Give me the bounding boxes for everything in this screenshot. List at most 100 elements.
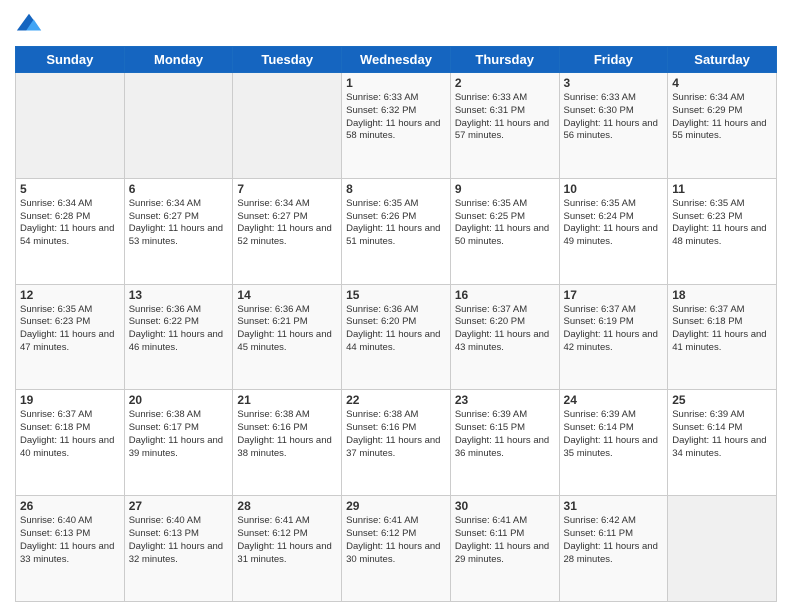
day-number: 4 bbox=[672, 76, 772, 90]
calendar-cell: 14Sunrise: 6:36 AMSunset: 6:21 PMDayligh… bbox=[233, 284, 342, 390]
calendar-cell: 31 Sunrise: 6:42 AMSunset: 6:11 PMDayligh… bbox=[559, 496, 668, 602]
day-number: 18 bbox=[672, 288, 772, 302]
day-number: 14 bbox=[237, 288, 337, 302]
calendar-cell: 21 Sunrise: 6:38 AMSunset: 6:16 PMDayligh… bbox=[233, 390, 342, 496]
cell-info: Sunrise: 6:34 AMSunset: 6:29 PMDaylight:… bbox=[672, 92, 766, 141]
weekday-header-thursday: Thursday bbox=[450, 47, 559, 73]
calendar-week-row: 12 Sunrise: 6:35 AMSunset: 6:23 PMDayligh… bbox=[16, 284, 777, 390]
calendar-cell: 6Sunrise: 6:34 AMSunset: 6:27 PMDaylight… bbox=[124, 178, 233, 284]
weekday-header-tuesday: Tuesday bbox=[233, 47, 342, 73]
calendar-cell bbox=[233, 73, 342, 179]
calendar-week-row: 19 Sunrise: 6:37 AMSunset: 6:18 PMDayligh… bbox=[16, 390, 777, 496]
day-number: 6 bbox=[129, 182, 229, 196]
weekday-header-saturday: Saturday bbox=[668, 47, 777, 73]
calendar-cell: 27 Sunrise: 6:40 AMSunset: 6:13 PMDayligh… bbox=[124, 496, 233, 602]
calendar-cell: 24Sunrise: 6:39 AMSunset: 6:14 PMDayligh… bbox=[559, 390, 668, 496]
cell-info: Sunrise: 6:33 AMSunset: 6:31 PMDaylight:… bbox=[455, 92, 549, 141]
calendar-cell: 4 Sunrise: 6:34 AMSunset: 6:29 PMDaylight… bbox=[668, 73, 777, 179]
cell-info: Sunrise: 6:37 AMSunset: 6:18 PMDaylight:… bbox=[20, 409, 114, 458]
day-number: 2 bbox=[455, 76, 555, 90]
calendar-cell: 3 Sunrise: 6:33 AMSunset: 6:30 PMDaylight… bbox=[559, 73, 668, 179]
calendar-cell: 23Sunrise: 6:39 AMSunset: 6:15 PMDayligh… bbox=[450, 390, 559, 496]
cell-info: Sunrise: 6:41 AMSunset: 6:11 PMDaylight:… bbox=[455, 515, 549, 564]
calendar-table: SundayMondayTuesdayWednesdayThursdayFrid… bbox=[15, 46, 777, 602]
cell-info: Sunrise: 6:38 AMSunset: 6:17 PMDaylight:… bbox=[129, 409, 223, 458]
calendar-header-row: SundayMondayTuesdayWednesdayThursdayFrid… bbox=[16, 47, 777, 73]
weekday-header-sunday: Sunday bbox=[16, 47, 125, 73]
day-number: 3 bbox=[564, 76, 664, 90]
cell-info: Sunrise: 6:39 AMSunset: 6:14 PMDaylight:… bbox=[672, 409, 766, 458]
calendar-cell: 22 Sunrise: 6:38 AMSunset: 6:16 PMDayligh… bbox=[342, 390, 451, 496]
cell-info: Sunrise: 6:40 AMSunset: 6:13 PMDaylight:… bbox=[20, 515, 114, 564]
calendar-cell: 10 Sunrise: 6:35 AMSunset: 6:24 PMDayligh… bbox=[559, 178, 668, 284]
header bbox=[15, 10, 777, 38]
calendar-cell: 16 Sunrise: 6:37 AMSunset: 6:20 PMDayligh… bbox=[450, 284, 559, 390]
cell-info: Sunrise: 6:33 AMSunset: 6:30 PMDaylight:… bbox=[564, 92, 658, 141]
day-number: 29 bbox=[346, 499, 446, 513]
day-number: 19 bbox=[20, 393, 120, 407]
calendar-cell: 18Sunrise: 6:37 AMSunset: 6:18 PMDayligh… bbox=[668, 284, 777, 390]
logo bbox=[15, 10, 47, 38]
cell-info: Sunrise: 6:40 AMSunset: 6:13 PMDaylight:… bbox=[129, 515, 223, 564]
calendar-cell: 17 Sunrise: 6:37 AMSunset: 6:19 PMDayligh… bbox=[559, 284, 668, 390]
calendar-body: 1 Sunrise: 6:33 AMSunset: 6:32 PMDaylight… bbox=[16, 73, 777, 602]
calendar-cell: 1 Sunrise: 6:33 AMSunset: 6:32 PMDaylight… bbox=[342, 73, 451, 179]
cell-info: Sunrise: 6:39 AMSunset: 6:15 PMDaylight:… bbox=[455, 409, 549, 458]
logo-icon bbox=[15, 10, 43, 38]
day-number: 20 bbox=[129, 393, 229, 407]
cell-info: Sunrise: 6:38 AMSunset: 6:16 PMDaylight:… bbox=[346, 409, 440, 458]
day-number: 30 bbox=[455, 499, 555, 513]
calendar-cell bbox=[124, 73, 233, 179]
cell-info: Sunrise: 6:35 AMSunset: 6:23 PMDaylight:… bbox=[20, 304, 114, 353]
cell-info: Sunrise: 6:38 AMSunset: 6:16 PMDaylight:… bbox=[237, 409, 331, 458]
cell-info: Sunrise: 6:37 AMSunset: 6:19 PMDaylight:… bbox=[564, 304, 658, 353]
day-number: 16 bbox=[455, 288, 555, 302]
calendar-cell: 8 Sunrise: 6:35 AMSunset: 6:26 PMDaylight… bbox=[342, 178, 451, 284]
cell-info: Sunrise: 6:35 AMSunset: 6:23 PMDaylight:… bbox=[672, 198, 766, 247]
calendar-cell: 2 Sunrise: 6:33 AMSunset: 6:31 PMDaylight… bbox=[450, 73, 559, 179]
calendar-cell: 12 Sunrise: 6:35 AMSunset: 6:23 PMDayligh… bbox=[16, 284, 125, 390]
cell-info: Sunrise: 6:37 AMSunset: 6:20 PMDaylight:… bbox=[455, 304, 549, 353]
day-number: 5 bbox=[20, 182, 120, 196]
day-number: 28 bbox=[237, 499, 337, 513]
day-number: 22 bbox=[346, 393, 446, 407]
day-number: 8 bbox=[346, 182, 446, 196]
calendar-cell: 7Sunrise: 6:34 AMSunset: 6:27 PMDaylight… bbox=[233, 178, 342, 284]
day-number: 12 bbox=[20, 288, 120, 302]
cell-info: Sunrise: 6:35 AMSunset: 6:25 PMDaylight:… bbox=[455, 198, 549, 247]
calendar-cell bbox=[16, 73, 125, 179]
day-number: 27 bbox=[129, 499, 229, 513]
calendar-week-row: 5Sunrise: 6:34 AMSunset: 6:28 PMDaylight… bbox=[16, 178, 777, 284]
day-number: 24 bbox=[564, 393, 664, 407]
calendar-cell: 15Sunrise: 6:36 AMSunset: 6:20 PMDayligh… bbox=[342, 284, 451, 390]
page: SundayMondayTuesdayWednesdayThursdayFrid… bbox=[0, 0, 792, 612]
day-number: 7 bbox=[237, 182, 337, 196]
cell-info: Sunrise: 6:35 AMSunset: 6:24 PMDaylight:… bbox=[564, 198, 658, 247]
cell-info: Sunrise: 6:41 AMSunset: 6:12 PMDaylight:… bbox=[237, 515, 331, 564]
weekday-header-wednesday: Wednesday bbox=[342, 47, 451, 73]
calendar-cell: 29 Sunrise: 6:41 AMSunset: 6:12 PMDayligh… bbox=[342, 496, 451, 602]
cell-info: Sunrise: 6:42 AMSunset: 6:11 PMDaylight:… bbox=[564, 515, 658, 564]
cell-info: Sunrise: 6:36 AMSunset: 6:22 PMDaylight:… bbox=[129, 304, 223, 353]
calendar-cell: 9 Sunrise: 6:35 AMSunset: 6:25 PMDaylight… bbox=[450, 178, 559, 284]
day-number: 31 bbox=[564, 499, 664, 513]
cell-info: Sunrise: 6:41 AMSunset: 6:12 PMDaylight:… bbox=[346, 515, 440, 564]
day-number: 21 bbox=[237, 393, 337, 407]
cell-info: Sunrise: 6:36 AMSunset: 6:20 PMDaylight:… bbox=[346, 304, 440, 353]
day-number: 10 bbox=[564, 182, 664, 196]
cell-info: Sunrise: 6:35 AMSunset: 6:26 PMDaylight:… bbox=[346, 198, 440, 247]
calendar-cell: 25 Sunrise: 6:39 AMSunset: 6:14 PMDayligh… bbox=[668, 390, 777, 496]
day-number: 25 bbox=[672, 393, 772, 407]
day-number: 11 bbox=[672, 182, 772, 196]
cell-info: Sunrise: 6:33 AMSunset: 6:32 PMDaylight:… bbox=[346, 92, 440, 141]
calendar-week-row: 1 Sunrise: 6:33 AMSunset: 6:32 PMDaylight… bbox=[16, 73, 777, 179]
calendar-cell bbox=[668, 496, 777, 602]
day-number: 9 bbox=[455, 182, 555, 196]
calendar-cell: 20 Sunrise: 6:38 AMSunset: 6:17 PMDayligh… bbox=[124, 390, 233, 496]
day-number: 1 bbox=[346, 76, 446, 90]
calendar-cell: 19 Sunrise: 6:37 AMSunset: 6:18 PMDayligh… bbox=[16, 390, 125, 496]
calendar-cell: 26Sunrise: 6:40 AMSunset: 6:13 PMDayligh… bbox=[16, 496, 125, 602]
weekday-header-monday: Monday bbox=[124, 47, 233, 73]
calendar-week-row: 26Sunrise: 6:40 AMSunset: 6:13 PMDayligh… bbox=[16, 496, 777, 602]
day-number: 17 bbox=[564, 288, 664, 302]
